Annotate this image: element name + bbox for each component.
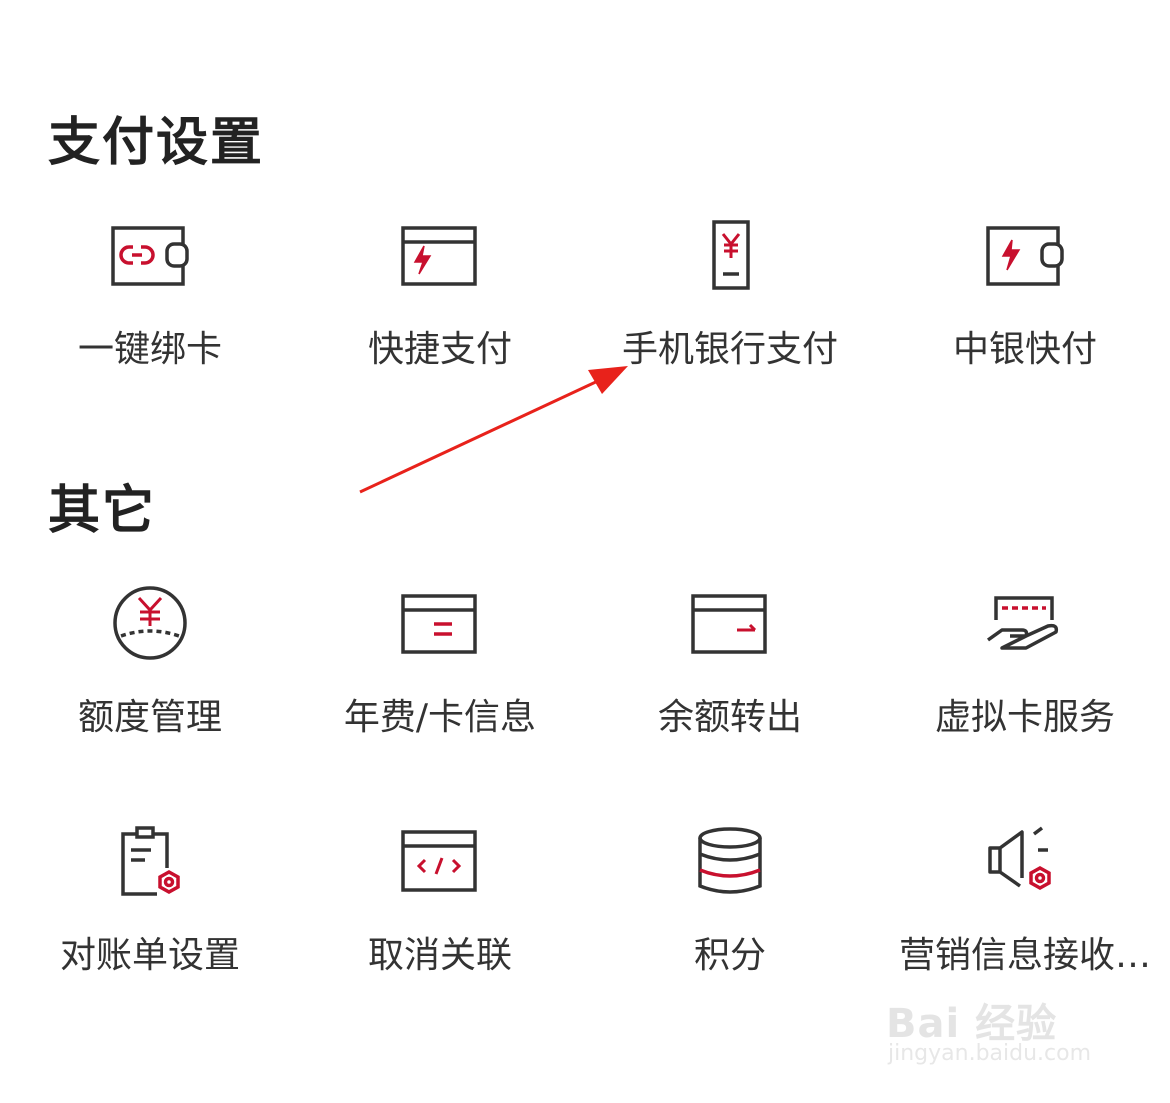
wallet-link-icon [107,218,193,298]
menu-item-label: 虚拟卡服务 [934,697,1115,738]
baidu-jingyan-watermark: Bai 经验 jingyan.baidu.com [886,991,1108,1077]
menu-item-virtual-card-service[interactable]: 虚拟卡服务 [880,586,1170,786]
clipboard-gear-icon [107,824,193,904]
menu-item-annual-fee-card-info[interactable]: 年费/卡信息 [300,586,580,786]
section-title-payment-settings: 支付设置 [48,113,265,173]
menu-item-label: 快捷支付 [367,329,512,370]
database-icon [687,824,773,904]
other-grid-row-1: 额度管理 年费/卡信息 余额转出 虚拟卡服务 [0,586,1170,786]
menu-item-credit-limit[interactable]: 额度管理 [0,586,300,786]
menu-item-statement-settings[interactable]: 对账单设置 [0,824,300,1024]
section-title-other: 其它 [48,481,157,541]
card-transfer-icon [687,586,773,666]
speaker-gear-icon [982,824,1068,904]
menu-item-label: 一键绑卡 [77,329,222,370]
card-lightning-icon [397,218,483,298]
watermark-url: jingyan.baidu.com [888,1041,1092,1066]
menu-item-cancel-association[interactable]: 取消关联 [300,824,580,1024]
hand-card-icon [982,586,1068,666]
menu-item-quick-pay[interactable]: 快捷支付 [300,218,580,418]
menu-item-label: 余额转出 [657,697,802,738]
menu-item-balance-transfer[interactable]: 余额转出 [580,586,880,786]
menu-item-mobile-bank-pay[interactable]: 手机银行支付 [580,218,880,418]
menu-item-one-click-bind-card[interactable]: 一键绑卡 [0,218,300,418]
menu-item-label: 取消关联 [367,935,512,976]
phone-yuan-icon [687,218,773,298]
menu-item-label: 手机银行支付 [621,329,838,370]
card-code-icon [397,824,483,904]
menu-item-points[interactable]: 积分 [580,824,880,1024]
yuan-circle-icon [107,586,193,666]
menu-item-label: 营销信息接收… [898,935,1151,976]
card-info-icon [397,586,483,666]
menu-item-label: 对账单设置 [59,935,240,976]
menu-item-label: 年费/卡信息 [343,697,537,738]
menu-item-label: 积分 [693,935,766,976]
payment-settings-grid: 一键绑卡 快捷支付 手机银行支付 中银快付 [0,218,1170,418]
menu-item-boc-quick-pay[interactable]: 中银快付 [880,218,1170,418]
menu-item-label: 中银快付 [952,329,1097,370]
wallet-lightning-icon [982,218,1068,298]
menu-item-label: 额度管理 [77,697,222,738]
